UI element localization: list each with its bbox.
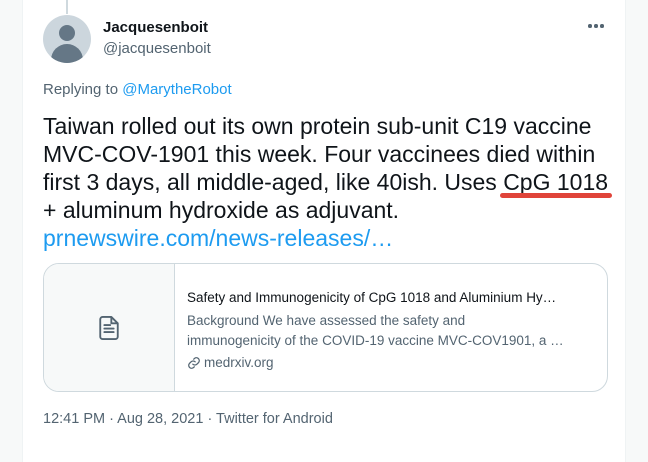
avatar-head (59, 25, 75, 41)
more-dot (588, 24, 592, 28)
card-text: Safety and Immunogenicity of CpG 1018 an… (187, 289, 599, 373)
link-preview-card[interactable]: Safety and Immunogenicity of CpG 1018 an… (43, 263, 608, 392)
avatar-body (51, 44, 83, 63)
replying-mention-link[interactable]: @MarytheRobot (122, 81, 231, 98)
card-source-domain: medrxiv.org (204, 355, 274, 370)
red-underline-annotation (500, 193, 612, 198)
more-dot (594, 24, 598, 28)
tweet-text-line: MVC-COV-1901 this week. Four vaccinees d… (43, 141, 596, 167)
replying-to: Replying to @MarytheRobot (43, 81, 232, 98)
card-description-line: immunogenicity of the COVID-19 vaccine M… (187, 333, 564, 348)
tweet-text-line: first 3 days, all middle-aged, like 40is… (43, 169, 609, 195)
thread-line (66, 0, 68, 14)
tweet-container: Jacquesenboit @jacquesenboit Replying to… (22, 0, 626, 462)
replying-prefix: Replying to (43, 81, 123, 98)
tweet-timestamp[interactable]: 12:41 PM · Aug 28, 2021 · Twitter for An… (43, 411, 333, 427)
card-description: Background We have assessed the safety a… (187, 311, 599, 351)
tweet-text: Taiwan rolled out its own protein sub-un… (43, 112, 613, 252)
more-options-icon[interactable] (581, 14, 611, 38)
link-icon (188, 357, 200, 369)
display-name[interactable]: Jacquesenboit (103, 19, 208, 36)
tweet-link[interactable]: prnewswire.com/news-releases/… (43, 224, 613, 252)
card-description-line: Background We have assessed the safety a… (187, 313, 466, 328)
tweet-text-line: Taiwan rolled out its own protein sub-un… (43, 113, 592, 139)
avatar[interactable] (43, 15, 91, 63)
card-title: Safety and Immunogenicity of CpG 1018 an… (187, 290, 557, 305)
document-icon (99, 315, 119, 340)
user-handle[interactable]: @jacquesenboit (103, 40, 211, 57)
card-source: medrxiv.org (187, 353, 599, 373)
tweet-text-line: + aluminum hydroxide as adjuvant. (43, 197, 400, 223)
card-thumbnail (44, 264, 175, 391)
more-dot (600, 24, 604, 28)
